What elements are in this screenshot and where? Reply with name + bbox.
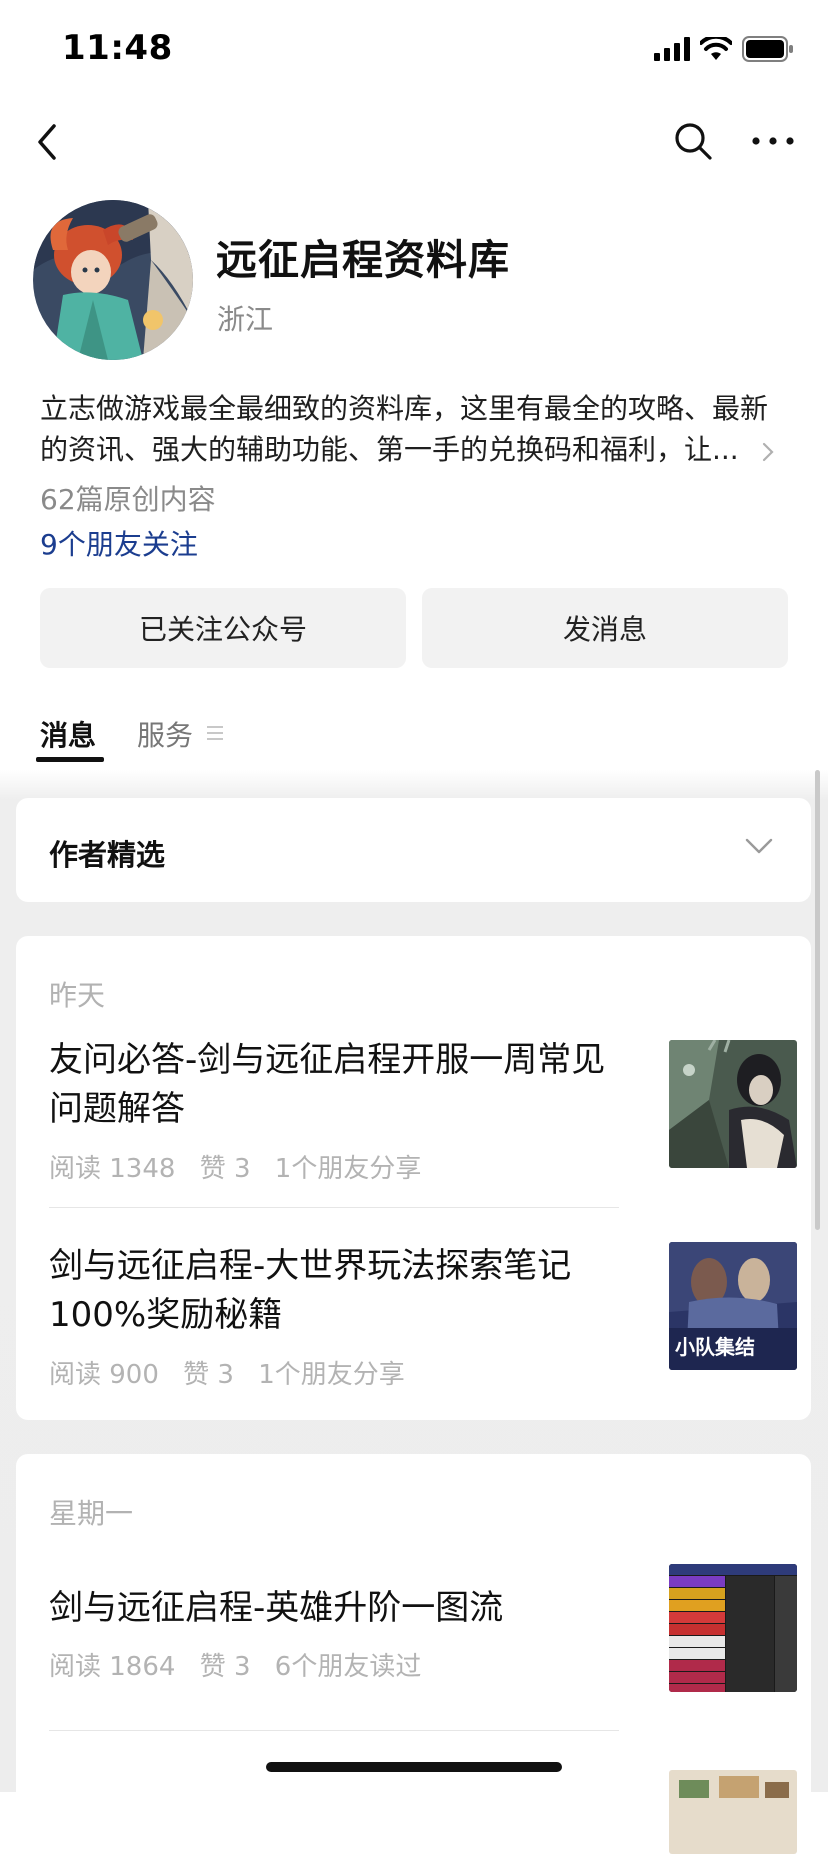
- status-time: 11:48: [62, 28, 173, 68]
- followed-account-button[interactable]: 已关注公众号: [40, 588, 406, 668]
- status-icons: [654, 34, 794, 64]
- article-item[interactable]: 友问必答-剑与远征启程开服一周常见问题解答 阅读 1348 赞 3 1个朋友分享: [49, 1036, 797, 1186]
- article-title[interactable]: 友问必答-剑与远征启程开服一周常见问题解答: [49, 1036, 629, 1134]
- send-message-button[interactable]: 发消息: [422, 588, 788, 668]
- like-count: 赞 3: [199, 1154, 251, 1184]
- read-count: 阅读 900: [49, 1360, 159, 1390]
- chevron-right-icon[interactable]: [758, 440, 778, 464]
- friend-share-count: 1个朋友分享: [258, 1360, 405, 1390]
- like-count: 赞 3: [199, 1652, 251, 1682]
- day-group-card: 星期一 剑与远征启程-英雄升阶一图流 阅读 1864 赞 3 6个朋友读过: [16, 1454, 811, 1854]
- author-picks-card[interactable]: 作者精选: [16, 798, 811, 902]
- hero-rank-table-thumbnail[interactable]: [669, 1564, 797, 1692]
- more-options-icon[interactable]: [748, 118, 798, 164]
- author-picks-title: 作者精选: [49, 838, 166, 872]
- scrollbar[interactable]: [815, 770, 820, 1230]
- account-description[interactable]: 立志做游戏最全最细致的资料库，这里有最全的攻略、最新的资讯、强大的辅助功能、第一…: [40, 388, 780, 470]
- battery-icon: [742, 36, 793, 62]
- friend-share-count: 1个朋友分享: [274, 1154, 422, 1184]
- next-article-thumbnail[interactable]: [669, 1770, 797, 1854]
- cellular-signal-icon: [654, 37, 690, 61]
- search-icon[interactable]: [670, 118, 716, 164]
- article-divider: [49, 1730, 619, 1731]
- article-title[interactable]: 剑与远征启程-英雄升阶一图流: [49, 1584, 629, 1633]
- article-meta: 阅读 1864 赞 3 6个朋友读过: [49, 1646, 437, 1683]
- chevron-down-icon[interactable]: [744, 836, 774, 856]
- home-indicator[interactable]: [266, 1762, 562, 1772]
- read-count: 阅读 1348: [49, 1154, 176, 1184]
- friend-read-count: 6个朋友读过: [274, 1652, 422, 1682]
- account-avatar[interactable]: [33, 200, 193, 360]
- squad-poster-thumbnail[interactable]: 小队集结: [669, 1242, 797, 1370]
- original-content-count[interactable]: 62篇原创内容: [40, 478, 216, 518]
- account-region: 浙江: [217, 303, 274, 336]
- friends-follow-link[interactable]: 9个朋友关注: [40, 523, 198, 563]
- nav-bar: [0, 100, 828, 182]
- read-count: 阅读 1864: [49, 1652, 176, 1682]
- thumb-caption: 小队集结: [675, 1335, 755, 1359]
- day-label: 昨天: [49, 979, 106, 1012]
- article-divider: [49, 1207, 619, 1208]
- dark-fantasy-character-thumbnail[interactable]: [669, 1040, 797, 1168]
- active-tab-indicator: [36, 757, 104, 762]
- day-label: 星期一: [49, 1497, 134, 1530]
- article-meta: 阅读 900 赞 3 1个朋友分享: [49, 1354, 421, 1391]
- tab-services[interactable]: 服务: [137, 714, 193, 754]
- status-bar: 11:48: [0, 0, 828, 100]
- message-feed[interactable]: 作者精选 昨天 友问必答-剑与远征启程开服一周常见问题解答 阅读 1348 赞 …: [0, 770, 828, 1854]
- wifi-icon: [700, 37, 732, 60]
- back-arrow-icon[interactable]: [28, 120, 72, 164]
- like-count: 赞 3: [183, 1360, 234, 1390]
- article-item[interactable]: 剑与远征启程-英雄升阶一图流 阅读 1864 赞 3 6个朋友读过: [49, 1564, 797, 1704]
- account-name: 远征启程资料库: [216, 236, 510, 284]
- article-item[interactable]: 剑与远征启程-大世界玩法探索笔记100%奖励秘籍 阅读 900 赞 3 1个朋友…: [49, 1242, 797, 1392]
- day-group-card: 昨天 友问必答-剑与远征启程开服一周常见问题解答 阅读 1348 赞 3 1个朋…: [16, 936, 811, 1420]
- tab-messages[interactable]: 消息: [40, 714, 96, 754]
- article-meta: 阅读 1348 赞 3 1个朋友分享: [49, 1148, 437, 1185]
- menu-lines-icon[interactable]: [205, 724, 225, 742]
- article-title[interactable]: 剑与远征启程-大世界玩法探索笔记100%奖励秘籍: [49, 1242, 629, 1340]
